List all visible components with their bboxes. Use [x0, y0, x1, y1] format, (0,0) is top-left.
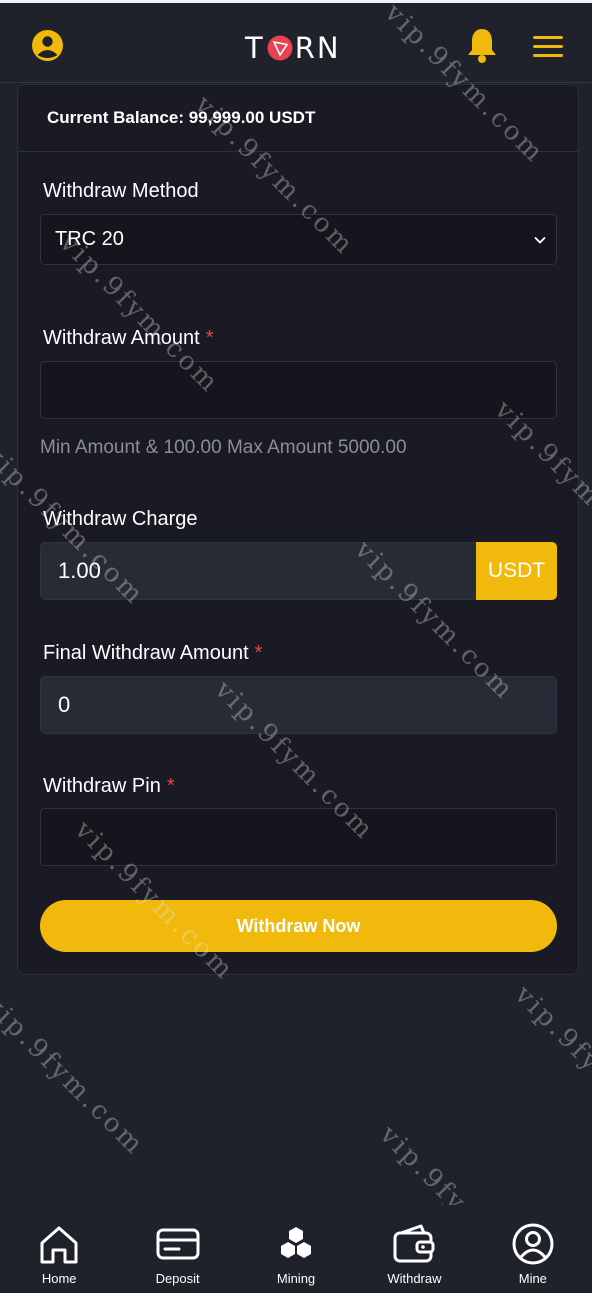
- nav-label-mine: Mine: [518, 1271, 547, 1286]
- nav-label-deposit: Deposit: [155, 1271, 200, 1286]
- withdraw-amount-input[interactable]: [40, 361, 557, 419]
- required-mark: *: [205, 327, 214, 349]
- user-circle-icon[interactable]: [31, 29, 64, 62]
- withdraw-charge-group: USDT: [40, 542, 557, 600]
- current-balance: Current Balance: 99,999.00 USDT: [18, 85, 578, 152]
- nav-label-mining: Mining: [276, 1271, 316, 1286]
- tron-logo: T RN: [245, 31, 341, 65]
- bottom-nav: Home Deposit Mining Withdraw Mine: [0, 1205, 592, 1293]
- card-icon: [156, 1228, 200, 1260]
- logo-o-icon: [267, 35, 293, 61]
- bell-icon[interactable]: [465, 27, 499, 65]
- home-icon: [40, 1226, 78, 1264]
- nav-item-withdraw[interactable]: Withdraw: [355, 1205, 473, 1293]
- withdraw-amount-label: Withdraw Amount *: [43, 327, 214, 350]
- final-amount-input[interactable]: [40, 676, 557, 734]
- watermark: vip.9fym.com: [0, 990, 151, 1162]
- withdraw-card: Current Balance: 99,999.00 USDT Withdraw…: [17, 84, 579, 975]
- top-bar: T RN: [0, 0, 592, 83]
- withdraw-pin-input[interactable]: [40, 808, 557, 866]
- amount-limit-hint: Min Amount & 100.00 Max Amount 5000.00: [40, 437, 407, 458]
- wallet-icon: [393, 1224, 435, 1263]
- nav-item-mine[interactable]: Mine: [474, 1205, 592, 1293]
- withdraw-pin-label-text: Withdraw Pin: [43, 775, 161, 797]
- withdraw-method-select[interactable]: TRC 20: [40, 214, 557, 265]
- withdraw-charge-label: Withdraw Charge: [43, 508, 198, 530]
- logo-text-left: T: [245, 31, 265, 65]
- nav-item-deposit[interactable]: Deposit: [118, 1205, 236, 1293]
- withdraw-amount-label-text: Withdraw Amount: [43, 327, 200, 349]
- user-icon: [512, 1223, 554, 1265]
- chevron-down-icon: [534, 236, 546, 244]
- final-amount-label-text: Final Withdraw Amount: [43, 642, 249, 664]
- nav-item-mining[interactable]: Mining: [237, 1205, 355, 1293]
- withdraw-now-button[interactable]: Withdraw Now: [40, 900, 557, 952]
- watermark: vip.9fym.com: [508, 980, 592, 1152]
- withdraw-pin-label: Withdraw Pin *: [43, 775, 175, 798]
- hexagons-icon: [281, 1227, 312, 1258]
- nav-item-home[interactable]: Home: [0, 1205, 118, 1293]
- withdraw-method-value: TRC 20: [55, 228, 124, 250]
- required-mark: *: [166, 775, 175, 797]
- nav-label-home: Home: [41, 1271, 77, 1286]
- required-mark: *: [254, 642, 263, 664]
- nav-label-withdraw: Withdraw: [387, 1271, 442, 1286]
- withdraw-charge-input[interactable]: [40, 542, 476, 600]
- logo-text-right: RN: [294, 31, 341, 65]
- withdraw-method-label: Withdraw Method: [43, 180, 199, 202]
- currency-unit-badge: USDT: [476, 542, 557, 600]
- final-amount-label: Final Withdraw Amount *: [43, 642, 262, 665]
- hamburger-menu-icon[interactable]: [533, 36, 563, 58]
